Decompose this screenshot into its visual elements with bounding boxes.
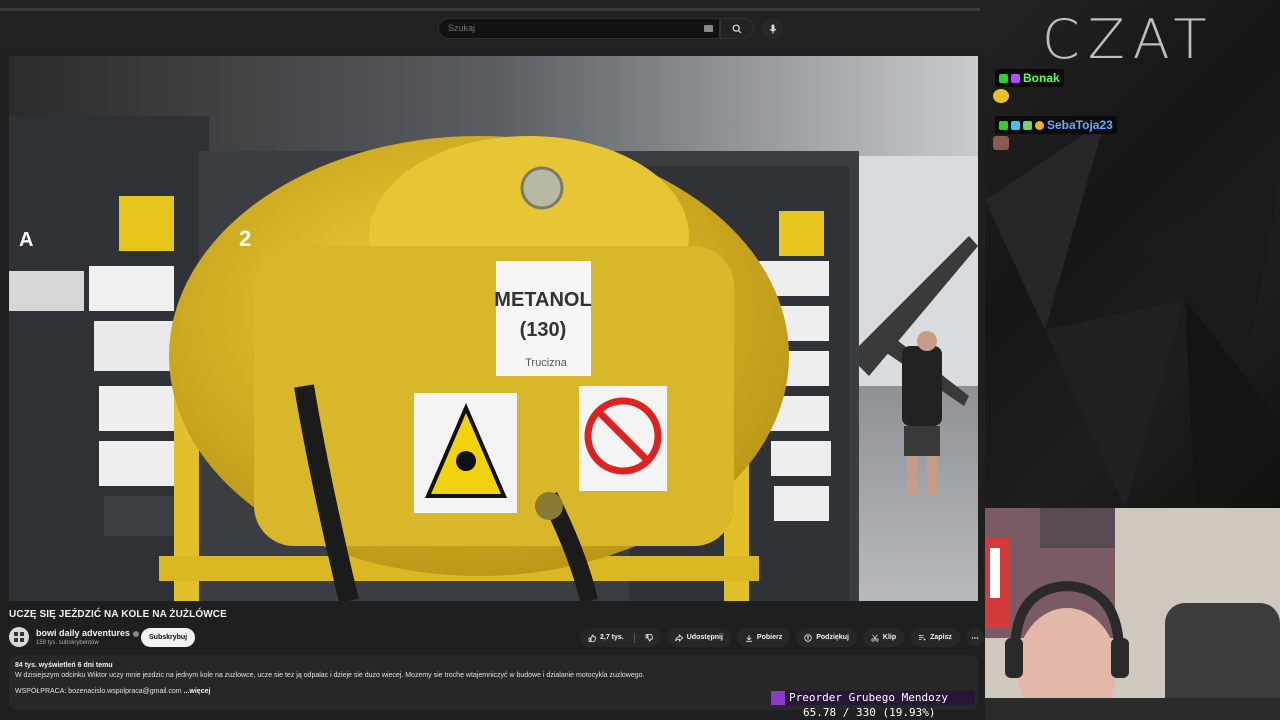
video-frame: METANOL (130) Trucizna A 2	[9, 56, 978, 601]
share-label: Udostępnij	[686, 634, 723, 641]
download-button[interactable]: Pobierz	[736, 628, 791, 647]
chat-username[interactable]: Bonak	[1023, 71, 1060, 85]
thanks-icon	[804, 633, 812, 642]
video-actions: 2,7 tys. Udostępnij Pobierz Podziękuj Kl…	[580, 628, 984, 647]
thanks-button[interactable]: Podziękuj	[796, 628, 857, 647]
webcam-feed	[985, 508, 1280, 720]
goal-progress-bar	[771, 691, 785, 705]
sign-metanol: METANOL	[494, 289, 591, 311]
search-input[interactable]	[448, 23, 688, 33]
like-button[interactable]: 2,7 tys.	[580, 628, 661, 647]
share-button[interactable]: Udostępnij	[666, 628, 731, 647]
plus-badge-icon	[1023, 120, 1032, 130]
app-root: METANOL (130) Trucizna A 2 UCZĘ SIĘ JEŹD…	[0, 0, 1280, 720]
subscriber-badge-icon	[1035, 120, 1044, 130]
channel-avatar[interactable]	[9, 627, 29, 647]
scissors-icon	[871, 634, 879, 642]
share-icon	[674, 633, 683, 642]
vip-badge-icon	[1011, 73, 1020, 83]
emote-icon	[993, 136, 1009, 150]
sign-poison: Trucizna	[525, 357, 568, 369]
thumbs-up-icon	[588, 634, 596, 642]
like-count: 2,7 tys.	[600, 634, 624, 641]
description-text: W dzisiejszym odcinku Wiktor uczy mnie j…	[15, 672, 645, 679]
subscribe-button[interactable]: Subskrybuj	[141, 628, 196, 647]
svg-text:2: 2	[239, 226, 251, 251]
webcam-frame	[985, 508, 1280, 720]
kick-badge-icon	[999, 73, 1008, 83]
keyboard-icon[interactable]	[704, 25, 713, 32]
like-divider	[633, 632, 635, 643]
more-horizontal-icon	[971, 636, 979, 639]
top-scroll-line	[0, 8, 980, 11]
youtube-page: METANOL (130) Trucizna A 2 UCZĘ SIĘ JEŹD…	[0, 0, 985, 720]
video-title: UCZĘ SIĘ JEŹDZIĆ NA KOLE NA ŻUŻLÓWCE	[9, 609, 227, 620]
voice-search-button[interactable]	[762, 18, 783, 39]
microphone-icon	[769, 24, 776, 33]
goal-progress-text: 65.78 / 330 (19.93%)	[803, 706, 936, 719]
chat-message-bonak[interactable]: Bonak	[995, 69, 1064, 87]
sign-number: (130)	[520, 319, 567, 341]
clip-button[interactable]: Klip	[862, 628, 905, 647]
download-label: Pobierz	[756, 634, 783, 641]
search-box[interactable]	[438, 18, 720, 39]
emote-icon	[993, 89, 1009, 103]
chat-title: CZAT	[1042, 8, 1215, 71]
show-more-link[interactable]: ...więcej	[184, 688, 211, 695]
goal-label: Preorder Grubego Mendozy	[771, 691, 975, 705]
subscriber-count: 159 tys. subskrybentów	[36, 640, 99, 646]
collab-text: WSPÓŁPRACA: bozenacislo.wspolpraca@gmail…	[15, 688, 182, 695]
verified-icon	[133, 630, 140, 637]
chat-message-sebatoja[interactable]: SebaToja23	[995, 116, 1117, 134]
channel-name-text: bowi daily adventures	[36, 628, 131, 638]
top-bar	[0, 0, 985, 52]
more-actions-button[interactable]	[965, 628, 984, 647]
save-playlist-icon	[919, 634, 926, 640]
save-label: Zapisz	[930, 634, 952, 641]
thumbs-down-icon[interactable]	[645, 633, 653, 642]
save-button[interactable]: Zapisz	[910, 628, 960, 647]
kick-badge-icon	[999, 120, 1008, 130]
download-icon	[745, 634, 752, 642]
search-icon	[732, 24, 742, 33]
thanks-label: Podziękuj	[816, 634, 849, 641]
clip-label: Klip	[882, 634, 897, 641]
moderator-badge-icon	[1011, 120, 1020, 130]
video-player[interactable]: METANOL (130) Trucizna A 2	[9, 56, 978, 601]
channel-name[interactable]: bowi daily adventures	[36, 628, 140, 638]
svg-text:A: A	[19, 229, 33, 251]
chat-username[interactable]: SebaToja23	[1047, 118, 1113, 132]
view-count-date: 84 tys. wyświetleń 6 dni temu	[15, 662, 113, 669]
channel-logo-icon	[14, 632, 24, 642]
search-button[interactable]	[720, 18, 754, 39]
